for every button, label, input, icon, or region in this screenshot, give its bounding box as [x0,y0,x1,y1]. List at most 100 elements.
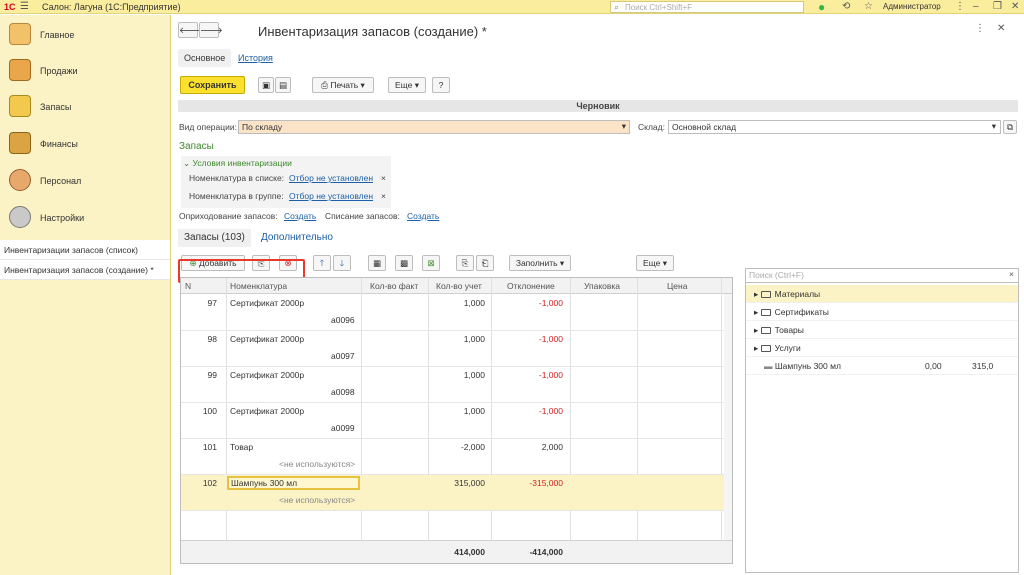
global-search-input[interactable]: ⌕ Поиск Ctrl+Shift+F [610,1,804,13]
col-pack[interactable]: Упаковка [584,281,620,291]
warehouse-label: Склад: [638,122,665,132]
table-row[interactable]: 98 Сертификат 2000р а0097 1,000 -1,000 [181,331,732,367]
chart-icon [9,59,31,81]
col-n[interactable]: N [185,281,191,291]
back-button[interactable]: 🡐 [178,22,202,38]
warehouse-field[interactable]: Основной склад ▾ [668,120,1001,134]
col-name[interactable]: Номенклатура [230,281,287,291]
clear-icon[interactable]: × [381,191,386,201]
nav-item-finance[interactable]: Финансы [0,126,170,162]
nav-item-staff[interactable]: Персонал [0,163,170,199]
status-badge: Черновик [178,100,1018,112]
table-row[interactable]: 99 Сертификат 2000р а0098 1,000 -1,000 [181,367,732,403]
row-dev: -315,000 [529,478,563,488]
save-close-button[interactable]: ▤ [275,77,291,93]
table-scrollbar[interactable] [724,294,732,540]
fill-button[interactable]: Заполнить ▾ [509,255,571,271]
user-name[interactable]: Администратор [883,2,941,11]
chevron-down-icon[interactable]: ▾ [992,121,996,132]
table-row[interactable]: 100 Сертификат 2000р а0099 1,000 -1,000 [181,403,732,439]
clear-icon[interactable]: × [1009,269,1014,279]
nav-item-sales[interactable]: Продажи [0,53,170,89]
clear-icon[interactable]: × [381,173,386,183]
row-n: 102 [202,478,217,488]
copy-button[interactable]: ⎘ [456,255,474,271]
save-button[interactable]: Сохранить [180,76,245,94]
table-more-label: Еще [643,258,661,268]
col-price[interactable]: Цена [667,281,687,291]
expand-icon[interactable]: ▸ [754,343,761,353]
cond1-link[interactable]: Отбор не установлен [289,173,373,183]
table-row-selected[interactable]: 102 Шампунь 300 мл <не используются> 315… [181,475,732,511]
close-icon[interactable]: ✕ [1011,1,1019,12]
conditions-title[interactable]: ⌄ Условия инвентаризации [183,158,292,169]
stock-section-title: Запасы [179,141,214,152]
tab-history[interactable]: История [232,49,279,67]
tree-item-folder[interactable]: ▸ Товары [746,321,1018,339]
expand-icon[interactable]: ▸ [754,307,761,317]
writeoff-create-link[interactable]: Создать [407,211,439,221]
form-close-icon[interactable]: ✕ [997,23,1005,34]
operation-value: По складу [242,122,283,132]
nav-item-main[interactable]: Главное [0,17,170,53]
inventory-conditions: ⌄ Условия инвентаризации Номенклатура в … [181,156,391,208]
expand-icon[interactable]: ▸ [754,289,761,299]
form-more-icon[interactable]: ⋮ [975,23,985,34]
post-button[interactable]: ▣ [258,77,274,93]
nav-label: Главное [40,30,75,40]
favorites-icon[interactable]: ☆ [864,1,873,12]
restore-icon[interactable]: ❐ [993,1,1002,12]
app-title: Салон: Лагуна (1С:Предприятие) [42,2,181,12]
cond2-link[interactable]: Отбор не установлен [289,191,373,201]
more-icon[interactable]: ⋮ [955,1,965,12]
notifications-icon[interactable]: ● [818,0,825,14]
table-row[interactable]: 101 Товар <не используются> -2,000 2,000 [181,439,732,475]
tree-item-folder[interactable]: ▸ Услуги [746,339,1018,357]
nav-item-settings[interactable]: Настройки [0,200,170,236]
col-dev[interactable]: Отклонение [507,281,555,291]
tab-main[interactable]: Основное [178,49,232,67]
row-dev: -1,000 [538,370,563,380]
tab-extra[interactable]: Дополнительно [255,229,339,247]
row-acc: 1,000 [463,406,485,416]
forward-button[interactable]: 🡒 [199,22,223,38]
move-down-button[interactable]: 🡓 [333,255,351,271]
barcode-button[interactable]: ▦ [368,255,386,271]
nav-item-stock[interactable]: Запасы [0,89,170,125]
posting-create-link[interactable]: Создать [284,211,316,221]
table-more-button[interactable]: Еще ▾ [636,255,674,271]
tree-item[interactable]: ▬ Шампунь 300 мл 0,00 315,0 [746,357,1018,375]
tree-item-folder[interactable]: ▸ Сертификаты [746,303,1018,321]
table-row[interactable]: 97 Сертификат 2000р а0096 1,000 -1,000 [181,295,732,331]
picker-search-input[interactable]: Поиск (Ctrl+F) × [746,269,1018,283]
open-window-item-active[interactable]: Инвентаризация запасов (создание) * [0,260,170,280]
chevron-down-icon[interactable]: ▾ [622,121,626,132]
excel-button[interactable]: ⊠ [422,255,440,271]
document-form: 🡐 🡒 Инвентаризация запасов (создание) * … [172,15,1024,575]
operation-field[interactable]: По складу ▾ [238,120,630,134]
wallet-icon [9,132,31,154]
move-up-button[interactable]: 🡑 [313,255,331,271]
open-windows-list: Инвентаризации запасов (список) Инвентар… [0,240,170,280]
tree-item-folder[interactable]: ▸ Материалы [746,285,1018,303]
row-n: 99 [207,370,217,380]
scan-button[interactable]: ▩ [395,255,413,271]
menu-icon[interactable]: ☰ [20,1,29,12]
col-fact[interactable]: Кол-во факт [370,281,418,291]
open-window-item[interactable]: Инвентаризации запасов (список) [0,240,170,260]
help-button[interactable]: ? [432,77,450,93]
tab-stock[interactable]: Запасы (103) [178,229,251,247]
tree-value-2: 315,0 [972,361,994,371]
open-warehouse-button[interactable]: ⧉ [1003,120,1017,134]
col-acc[interactable]: Кол-во учет [436,281,482,291]
paste-button[interactable]: ⎗ [476,255,494,271]
row-name-editor[interactable]: Шампунь 300 мл [227,476,360,490]
print-button[interactable]: ⎙ Печать ▾ [312,77,374,93]
clipboard-icon [9,23,31,45]
more-button[interactable]: Еще ▾ [388,77,426,93]
sidebar: Главное Продажи Запасы Финансы Персонал … [0,15,171,575]
row-sub: а0099 [331,423,355,433]
minimize-icon[interactable]: – [973,1,979,12]
expand-icon[interactable]: ▸ [754,325,761,335]
history-icon[interactable]: ⟲ [842,1,850,12]
